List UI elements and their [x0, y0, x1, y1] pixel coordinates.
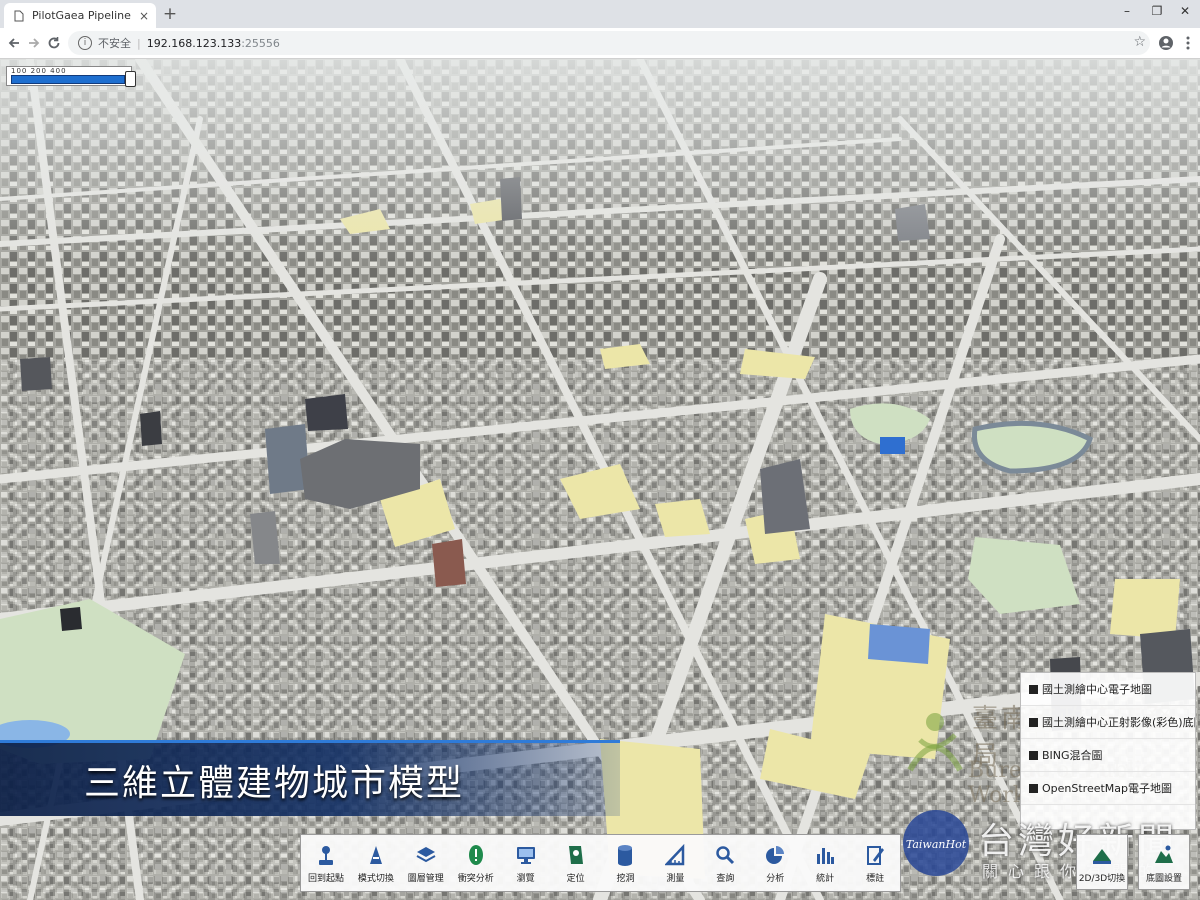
basemap-option-icon: [1029, 750, 1038, 760]
layer-manager-button[interactable]: 圖層管理: [401, 835, 451, 891]
url-separator: |: [137, 36, 141, 50]
basemap-menu: 國土測繪中心電子地圖 國土測繪中心正射影像(彩色)底圖 BING混合圖 Open…: [1020, 672, 1196, 830]
forward-icon[interactable]: [24, 33, 44, 53]
scale-slider[interactable]: 100 200 400: [6, 66, 136, 87]
layers-icon: [415, 843, 437, 867]
basemap-settings-button[interactable]: 底圖設置: [1138, 834, 1190, 890]
bookmark-star-icon[interactable]: ☆: [1133, 34, 1146, 50]
basemap-option-bing[interactable]: BING混合圖: [1021, 739, 1195, 772]
tool-label: 圖層管理: [407, 874, 444, 884]
browser-toolbar: i 不安全 | 192.168.123.133:25556 ☆: [0, 28, 1200, 59]
scale-knob[interactable]: [125, 71, 136, 87]
basemap-icon: [1155, 845, 1173, 863]
tool-label: 衝突分析: [457, 874, 494, 884]
ruler-icon: [664, 843, 686, 867]
tab-title: PilotGaea Pipeline: [32, 9, 131, 22]
basemap-option-icon: [1029, 717, 1038, 727]
insecure-label: 不安全: [98, 37, 131, 50]
mode-switch-button[interactable]: 模式切換: [351, 835, 401, 891]
new-tab-button[interactable]: +: [160, 4, 180, 24]
mode-switch-icon: [365, 843, 387, 867]
menu-icon[interactable]: [1178, 33, 1198, 53]
tab-close-icon[interactable]: ×: [136, 9, 152, 23]
page-icon: [12, 9, 26, 23]
banner-accent-bar: [0, 740, 620, 743]
basemap-option-icon: [1029, 783, 1038, 793]
locate-icon: [565, 843, 587, 867]
reload-icon[interactable]: [44, 33, 64, 53]
basemap-settings-label: 底圖設置: [1145, 874, 1182, 884]
basemap-option-icon: [1029, 684, 1038, 694]
url-host: 192.168.123.133: [146, 36, 242, 50]
collision-analysis-button[interactable]: 衝突分析: [451, 835, 501, 891]
scale-track[interactable]: [11, 75, 125, 84]
analysis-button[interactable]: 分析: [750, 835, 800, 891]
tool-label: 統計: [816, 874, 835, 884]
tool-label: 挖洞: [616, 874, 635, 884]
home-button[interactable]: 回到起點: [301, 835, 351, 891]
scale-ticks: 100 200 400: [11, 67, 67, 75]
annotate-icon: [864, 843, 886, 867]
address-bar[interactable]: i 不安全 | 192.168.123.133:25556 ☆: [68, 31, 1150, 55]
basemap-option-label: BING混合圖: [1042, 749, 1103, 762]
account-icon[interactable]: [1156, 33, 1176, 53]
query-button[interactable]: 查詢: [700, 835, 750, 891]
basemap-option-label: 國土測繪中心正射影像(彩色)底圖: [1042, 716, 1195, 729]
cylinder-icon: [614, 843, 636, 867]
switch-2d3d-icon: [1093, 849, 1111, 864]
function-toolbar: 回到起點 模式切換 圖層管理 衝突分析 瀏覽 定位 挖洞 測量 查詢 分析 統計: [300, 834, 901, 892]
tool-label: 查詢: [716, 874, 735, 884]
search-icon: [714, 843, 736, 867]
excavation-button[interactable]: 挖洞: [601, 835, 651, 891]
back-icon[interactable]: [4, 33, 24, 53]
taiwanhot-logo-icon: TaiwanHot: [903, 810, 969, 876]
annotate-button[interactable]: 標註: [850, 835, 900, 891]
measure-button[interactable]: 測量: [650, 835, 700, 891]
taiwanhot-logo-text: TaiwanHot: [906, 838, 967, 851]
tool-label: 分析: [766, 874, 785, 884]
banner-title: 三維立體建物城市模型: [84, 763, 465, 804]
switch-2d3d-button[interactable]: 2D/3D切換: [1076, 834, 1128, 890]
basemap-option-label: OpenStreetMap電子地圖: [1042, 782, 1173, 795]
basemap-option-label: 國土測繪中心電子地圖: [1042, 683, 1152, 696]
tool-label: 標註: [866, 874, 885, 884]
bureau-logo-icon: [907, 713, 963, 772]
tool-label: 瀏覽: [516, 874, 535, 884]
pie-icon: [764, 843, 786, 867]
url-port: :25556: [241, 36, 280, 50]
tab-strip: PilotGaea Pipeline × + – ❐ ✕: [0, 0, 1200, 28]
restore-button[interactable]: ❐: [1142, 4, 1172, 18]
tool-label: 回到起點: [307, 874, 344, 884]
tool-label: 模式切換: [357, 874, 394, 884]
collision-icon: [465, 843, 487, 867]
basemap-option-nlsc[interactable]: 國土測繪中心電子地圖: [1021, 673, 1195, 706]
locate-button[interactable]: 定位: [551, 835, 601, 891]
basemap-option-ortho[interactable]: 國土測繪中心正射影像(彩色)底圖: [1021, 706, 1195, 739]
info-icon[interactable]: i: [78, 36, 92, 50]
close-window-button[interactable]: ✕: [1170, 4, 1200, 18]
bar-chart-icon: [814, 843, 836, 867]
caption-banner: 三維立體建物城市模型: [0, 740, 620, 816]
statistics-button[interactable]: 統計: [800, 835, 850, 891]
basemap-option-osm[interactable]: OpenStreetMap電子地圖: [1021, 772, 1195, 805]
minimize-button[interactable]: –: [1112, 4, 1142, 18]
browse-button[interactable]: 瀏覽: [501, 835, 551, 891]
browser-tab[interactable]: PilotGaea Pipeline ×: [4, 3, 156, 28]
monitor-icon: [515, 843, 537, 867]
home-joystick-icon: [315, 843, 337, 867]
tool-label: 定位: [566, 874, 585, 884]
tool-label: 測量: [666, 874, 685, 884]
taiwanhot-slogan: 關心跟你有關的: [982, 862, 1165, 881]
switch-2d3d-label: 2D/3D切換: [1078, 874, 1126, 884]
